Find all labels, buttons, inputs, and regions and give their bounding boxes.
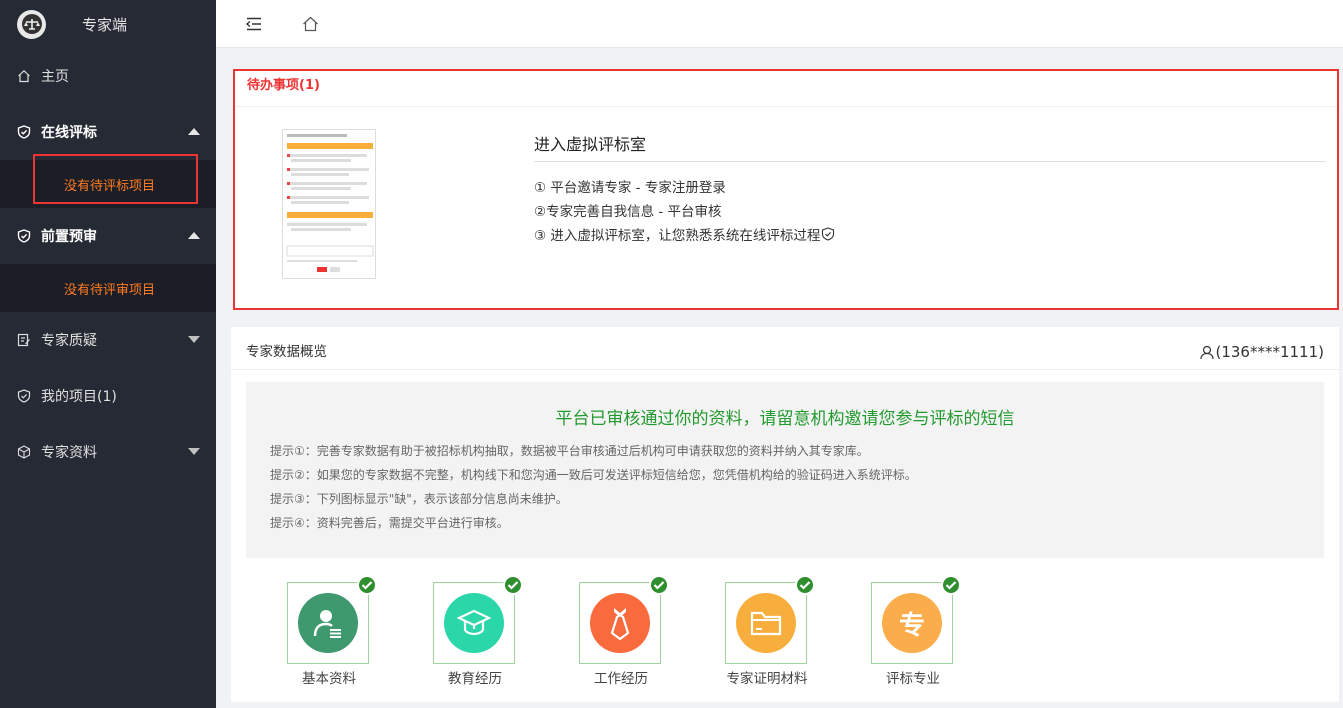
card-label: 教育经历 xyxy=(448,671,502,687)
divider xyxy=(534,161,1326,162)
step-1: ① 平台邀请专家 - 专家注册登录 xyxy=(534,180,726,196)
user-icon xyxy=(1200,345,1215,360)
chevron-up-icon xyxy=(188,232,200,239)
shield-check-icon xyxy=(17,389,31,403)
tip-2: 提示②：如果您的专家数据不完整，机构线下和您沟通一致后可发送评标短信给您，您凭借… xyxy=(270,468,917,482)
sidebar-item-label: 专家资料 xyxy=(41,445,97,461)
notice-headline: 平台已审核通过你的资料，请留意机构邀请您参与评标的短信 xyxy=(555,409,1015,429)
sidebar: 专家端 主页 在线评标 没有待评标项目 前置预审 没有待评审项目 专家质疑 我的… xyxy=(0,0,216,708)
todo-panel: 待办事项(1) 进入虚拟评标室 ① 平台邀请专家 - 专家注册登录 ②专家完善自… xyxy=(233,69,1339,310)
overview-title: 专家数据概览 xyxy=(246,344,327,360)
user-info: (136****1111) xyxy=(1200,343,1324,361)
check-icon xyxy=(795,575,815,595)
sidebar-item-expert-profile[interactable]: 专家资料 xyxy=(0,424,216,480)
sidebar-item-label: 在线评标 xyxy=(41,125,97,141)
sidebar-item-label: 前置预审 xyxy=(41,229,97,245)
highlight-box xyxy=(33,154,198,204)
card-label: 基本资料 xyxy=(302,671,356,687)
sidebar-item-home[interactable]: 主页 xyxy=(0,48,216,104)
todo-title: 待办事项(1) xyxy=(235,71,1337,107)
sidebar-item-expert-query[interactable]: 专家质疑 xyxy=(0,312,216,368)
submenu-no-pending-review[interactable]: 没有待评审项目 xyxy=(0,264,216,312)
tip-4: 提示④：资料完善后，需提交平台进行审核。 xyxy=(270,516,509,530)
cube-icon xyxy=(17,445,31,459)
shield-check-icon xyxy=(17,229,31,243)
chevron-up-icon xyxy=(188,128,200,135)
edit-doc-icon xyxy=(17,333,31,347)
tip-3: 提示③：下列图标显示"缺"，表示该部分信息尚未维护。 xyxy=(270,492,568,506)
card-label: 评标专业 xyxy=(886,671,940,687)
sidebar-item-my-projects[interactable]: 我的项目(1) xyxy=(0,368,216,424)
card-expert-certificates[interactable] xyxy=(725,575,815,664)
step-3: ③ 进入虚拟评标室，让您熟悉系统在线评标过程 xyxy=(534,228,821,244)
card-label: 专家证明材料 xyxy=(726,671,808,687)
specialty-glyph: 专 xyxy=(898,610,925,641)
sidebar-item-pre-review[interactable]: 前置预审 xyxy=(0,208,216,264)
logo-icon xyxy=(17,9,46,39)
divider xyxy=(231,369,1339,370)
sidebar-item-label: 专家质疑 xyxy=(41,333,97,349)
sidebar-header: 专家端 xyxy=(0,0,216,48)
card-bid-specialty[interactable]: 专 xyxy=(871,575,961,664)
home-icon[interactable] xyxy=(301,15,319,33)
submenu-label: 没有待评审项目 xyxy=(64,282,156,298)
submenu-no-pending-eval[interactable]: 没有待评标项目 xyxy=(0,154,216,208)
tie-icon xyxy=(590,593,650,653)
shield-check-icon xyxy=(17,125,31,139)
topbar xyxy=(216,0,1343,48)
person-doc-icon xyxy=(298,593,358,653)
check-icon xyxy=(649,575,669,595)
virtual-room-title[interactable]: 进入虚拟评标室 xyxy=(534,131,646,155)
notice-box: 平台已审核通过你的资料，请留意机构邀请您参与评标的短信 提示①：完善专家数据有助… xyxy=(246,382,1324,558)
user-phone: (136****1111) xyxy=(1215,343,1324,361)
shield-check-icon xyxy=(821,227,835,241)
check-icon xyxy=(941,575,961,595)
graduation-cap-icon xyxy=(444,593,504,653)
card-work-experience[interactable] xyxy=(579,575,669,664)
check-icon xyxy=(357,575,377,595)
expert-data-overview-panel: 专家数据概览 (136****1111) 平台已审核通过你的资料，请留意机构邀请… xyxy=(231,327,1339,702)
chevron-down-icon xyxy=(188,336,200,343)
sidebar-item-label: 主页 xyxy=(41,69,69,85)
menu-fold-icon[interactable] xyxy=(245,15,263,33)
sidebar-item-online-bid-eval[interactable]: 在线评标 xyxy=(0,104,216,160)
tip-1: 提示①：完善专家数据有助于被招标机构抽取，数据被平台审核通过后机构可申请获取您的… xyxy=(270,444,869,458)
card-label: 工作经历 xyxy=(594,671,648,687)
chevron-down-icon xyxy=(188,448,200,455)
sidebar-item-label: 我的项目(1) xyxy=(41,389,117,405)
virtual-room-thumbnail[interactable] xyxy=(282,129,376,279)
step-3-row: ③ 进入虚拟评标室，让您熟悉系统在线评标过程 xyxy=(534,224,835,244)
app-title: 专家端 xyxy=(82,15,128,34)
check-icon xyxy=(503,575,523,595)
card-basic-info[interactable] xyxy=(287,575,377,664)
folder-icon xyxy=(736,593,796,653)
specialty-icon: 专 xyxy=(882,593,942,653)
home-icon xyxy=(17,69,31,83)
card-education[interactable] xyxy=(433,575,523,664)
step-2: ②专家完善自我信息 - 平台审核 xyxy=(534,204,722,220)
